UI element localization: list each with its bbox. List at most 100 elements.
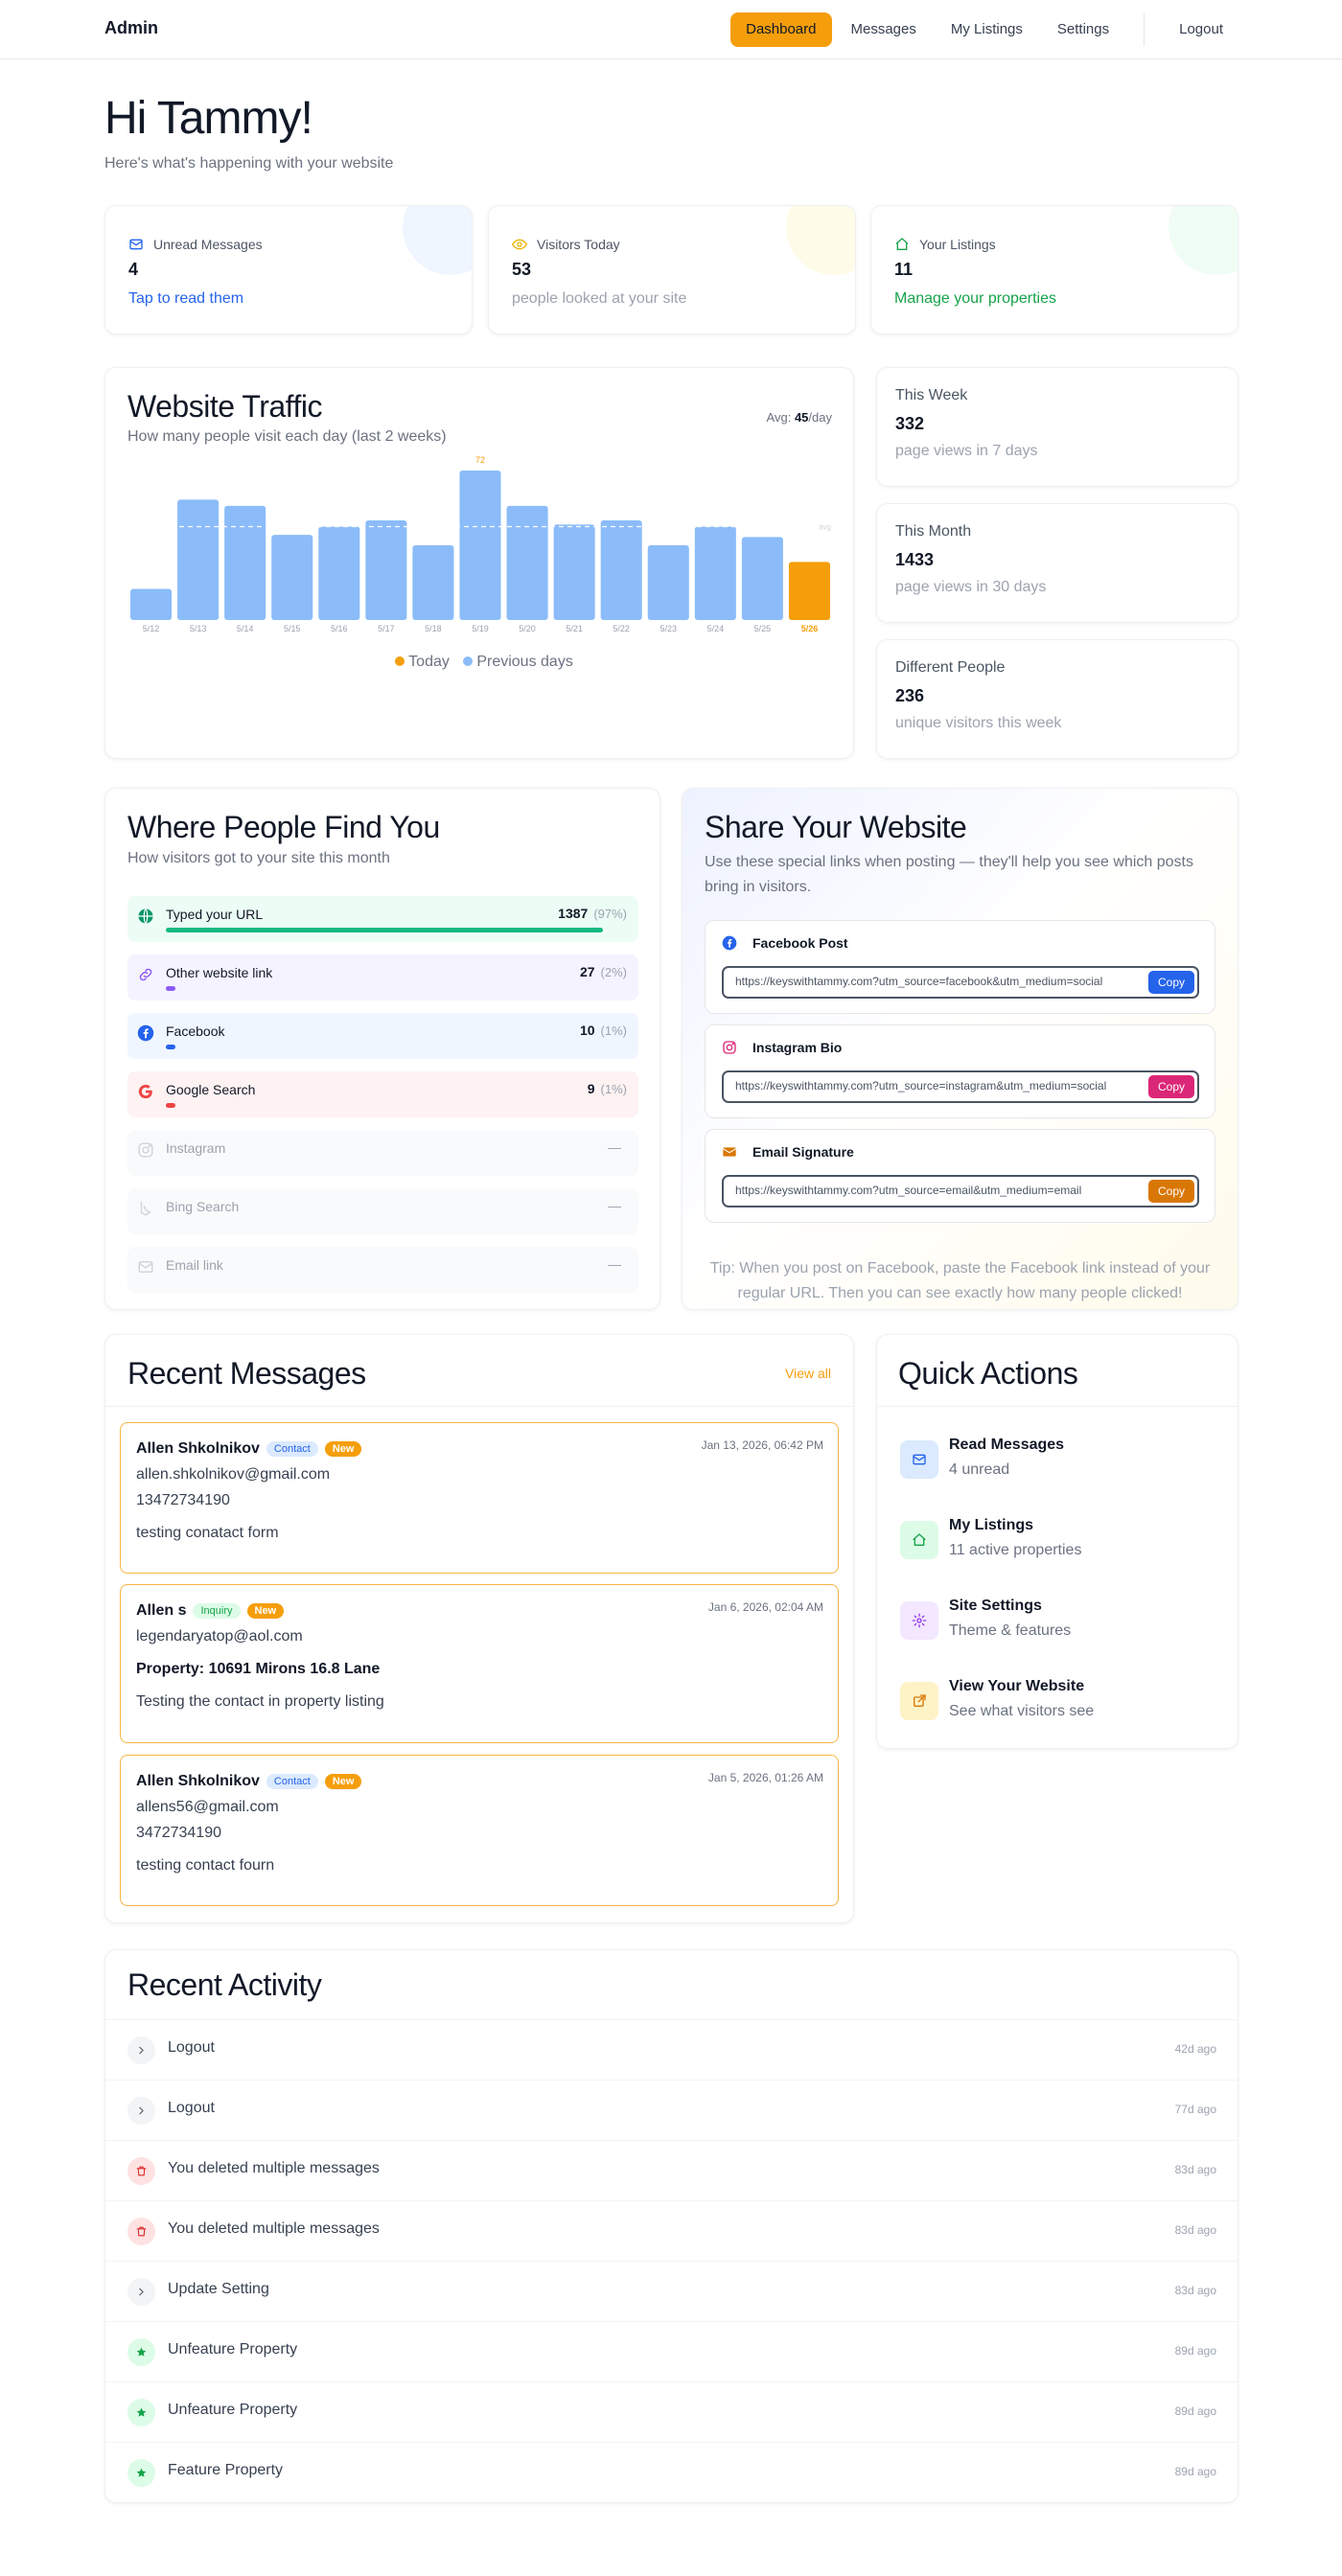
- activity-row: Feature Property 89d ago: [105, 2442, 1238, 2502]
- activity-time: 83d ago: [1174, 2223, 1216, 2237]
- property-reference: Property: 10691 Mirons 16.8 Lane: [136, 1661, 381, 1677]
- top-nav: Admin Dashboard Messages My Listings Set…: [0, 0, 1342, 59]
- house-icon: [895, 238, 909, 250]
- source-count: 1387 (97%): [558, 906, 627, 921]
- activity-title: Recent Activity: [127, 1967, 322, 2002]
- share-subtitle: Use these special links when posting — t…: [705, 854, 1193, 895]
- message-body: testing contact fourn: [136, 1857, 275, 1874]
- share-url-field[interactable]: https://keyswithtammy.com?utm_source=ins…: [722, 1070, 1199, 1103]
- peak-value-label: 72: [475, 455, 485, 465]
- view-all-link[interactable]: View all: [785, 1366, 831, 1381]
- source-count: 10 (1%): [580, 1023, 627, 1038]
- x-tick-label: 5/20: [519, 624, 536, 633]
- tap-to-read-link[interactable]: Tap to read them: [128, 290, 243, 308]
- copy-button[interactable]: Copy: [1147, 1180, 1194, 1203]
- new-badge: New: [246, 1603, 285, 1619]
- decorative-circle: [1168, 206, 1238, 275]
- stat-card-unread-messages[interactable]: Unread Messages 4 Tap to read them: [104, 205, 473, 334]
- bar-previous-day: [177, 499, 220, 620]
- copy-button[interactable]: Copy: [1147, 1075, 1194, 1098]
- source-name: Facebook: [166, 1024, 225, 1039]
- share-url-text[interactable]: https://keyswithtammy.com?utm_source=ema…: [735, 1184, 1081, 1197]
- quick-action-read-messages[interactable]: Read Messages 4 unread: [900, 1431, 1226, 1498]
- nav-dashboard[interactable]: Dashboard: [730, 12, 832, 47]
- share-url-field[interactable]: https://keyswithtammy.com?utm_source=fac…: [722, 966, 1199, 999]
- mini-stat-label: This Week: [895, 387, 968, 403]
- activity-time: 83d ago: [1174, 2284, 1216, 2297]
- share-link-title: Instagram Bio: [722, 1040, 842, 1055]
- quick-action-subtitle: Theme & features: [949, 1622, 1072, 1639]
- message-header: Allen Shkolnikov Contact New: [136, 1773, 362, 1790]
- bar-previous-day: [271, 535, 313, 620]
- stat-card-visitors-today: Visitors Today 53 people looked at your …: [488, 205, 856, 334]
- nav-my-listings[interactable]: My Listings: [936, 12, 1038, 47]
- x-tick-label: 5/23: [660, 624, 678, 633]
- message-item[interactable]: Allen Shkolnikov Contact New Jan 13, 2026, …: [120, 1422, 839, 1574]
- share-url-text[interactable]: https://keyswithtammy.com?utm_source=ins…: [735, 1079, 1106, 1092]
- star-icon: [127, 2399, 155, 2426]
- envelope-icon: [722, 1144, 745, 1160]
- quick-action-view-your-website[interactable]: View Your Website See what visitors see: [900, 1672, 1226, 1739]
- nav-settings[interactable]: Settings: [1042, 12, 1124, 47]
- activity-row: Logout 42d ago: [105, 2019, 1238, 2080]
- bing-icon: [137, 1200, 154, 1217]
- mini-stat-caption: page views in 30 days: [895, 579, 1047, 595]
- bar-previous-day: [741, 537, 783, 620]
- share-website-card: Share Your Website Use these special lin…: [682, 788, 1238, 1310]
- copy-button[interactable]: Copy: [1147, 971, 1194, 994]
- activity-time: 89d ago: [1174, 2404, 1216, 2418]
- legend-previous-swatch: [463, 656, 474, 666]
- source-row: Other website link 27 (2%): [127, 954, 638, 1000]
- share-url-field[interactable]: https://keyswithtammy.com?utm_source=ema…: [722, 1175, 1199, 1208]
- bar-today: [788, 562, 830, 620]
- nav-links: Dashboard Messages My Listings Settings …: [727, 12, 1238, 47]
- message-body: testing conatact form: [136, 1525, 279, 1541]
- source-percent: (1%): [600, 1082, 627, 1096]
- bar-previous-day: [459, 471, 501, 620]
- message-header: Allen Shkolnikov Contact New: [136, 1440, 362, 1458]
- x-tick-label: 5/26: [801, 624, 819, 633]
- source-percent: (97%): [593, 907, 627, 921]
- decorative-circle: [403, 206, 472, 275]
- quick-action-my-listings[interactable]: My Listings 11 active properties: [900, 1511, 1226, 1578]
- stat-label: Visitors Today: [537, 237, 620, 252]
- nav-messages[interactable]: Messages: [836, 12, 932, 47]
- activity-text: Update Setting: [168, 2281, 269, 2297]
- source-count-value: —: [608, 1139, 621, 1155]
- mail-icon: [900, 1440, 938, 1479]
- quick-action-title: Read Messages: [949, 1437, 1065, 1453]
- sender-email: legendaryatop@aol.com: [136, 1628, 303, 1644]
- source-name: Typed your URL: [166, 907, 264, 922]
- recent-messages-card: Recent Messages View all Allen Shkolniko…: [104, 1334, 854, 1923]
- sender-phone: 3472734190: [136, 1825, 221, 1841]
- x-tick-label: 5/21: [566, 624, 583, 633]
- message-date: Jan 6, 2026, 02:04 AM: [707, 1600, 823, 1614]
- x-tick-label: 5/12: [143, 624, 160, 633]
- house-icon: [900, 1521, 938, 1559]
- quick-action-site-settings[interactable]: Site Settings Theme & features: [900, 1592, 1226, 1659]
- quick-action-title: View Your Website: [949, 1678, 1085, 1694]
- x-tick-label: 5/19: [472, 624, 489, 633]
- traffic-sources-card: Where People Find You How visitors got t…: [104, 788, 660, 1310]
- x-tick-label: 5/15: [284, 624, 301, 633]
- sources-title: Where People Find You: [127, 810, 440, 844]
- share-url-text[interactable]: https://keyswithtammy.com?utm_source=fac…: [735, 975, 1102, 988]
- activity-text: Feature Property: [168, 2462, 284, 2478]
- x-tick-label: 5/16: [331, 624, 348, 633]
- quick-action-subtitle: 4 unread: [949, 1461, 1010, 1478]
- logout-button[interactable]: Logout: [1164, 12, 1238, 47]
- stat-value: 11: [894, 260, 914, 279]
- message-item[interactable]: Allen s Inquiry New Jan 6, 2026, 02:04 AM le…: [120, 1584, 839, 1743]
- quick-actions-title: Quick Actions: [898, 1356, 1078, 1391]
- decorative-circle: [786, 206, 855, 275]
- stat-card-your-listings[interactable]: Your Listings 11 Manage your properties: [870, 205, 1238, 334]
- sender-name: Allen s: [136, 1602, 187, 1619]
- share-link-label: Instagram Bio: [752, 1040, 843, 1055]
- manage-properties-link[interactable]: Manage your properties: [894, 290, 1056, 308]
- messages-title: Recent Messages: [127, 1356, 366, 1391]
- share-link-box: Instagram Bio https://keyswithtammy.com?u…: [705, 1024, 1215, 1118]
- brand-logo[interactable]: Admin: [104, 18, 158, 38]
- traffic-chart: 5/12 5/13 5/14 5/15 5/16 5/17 5/18 5/19 5/20 5/21…: [127, 455, 831, 633]
- message-type-badge: Inquiry: [193, 1603, 241, 1619]
- message-item[interactable]: Allen Shkolnikov Contact New Jan 5, 2026, 0…: [120, 1755, 839, 1906]
